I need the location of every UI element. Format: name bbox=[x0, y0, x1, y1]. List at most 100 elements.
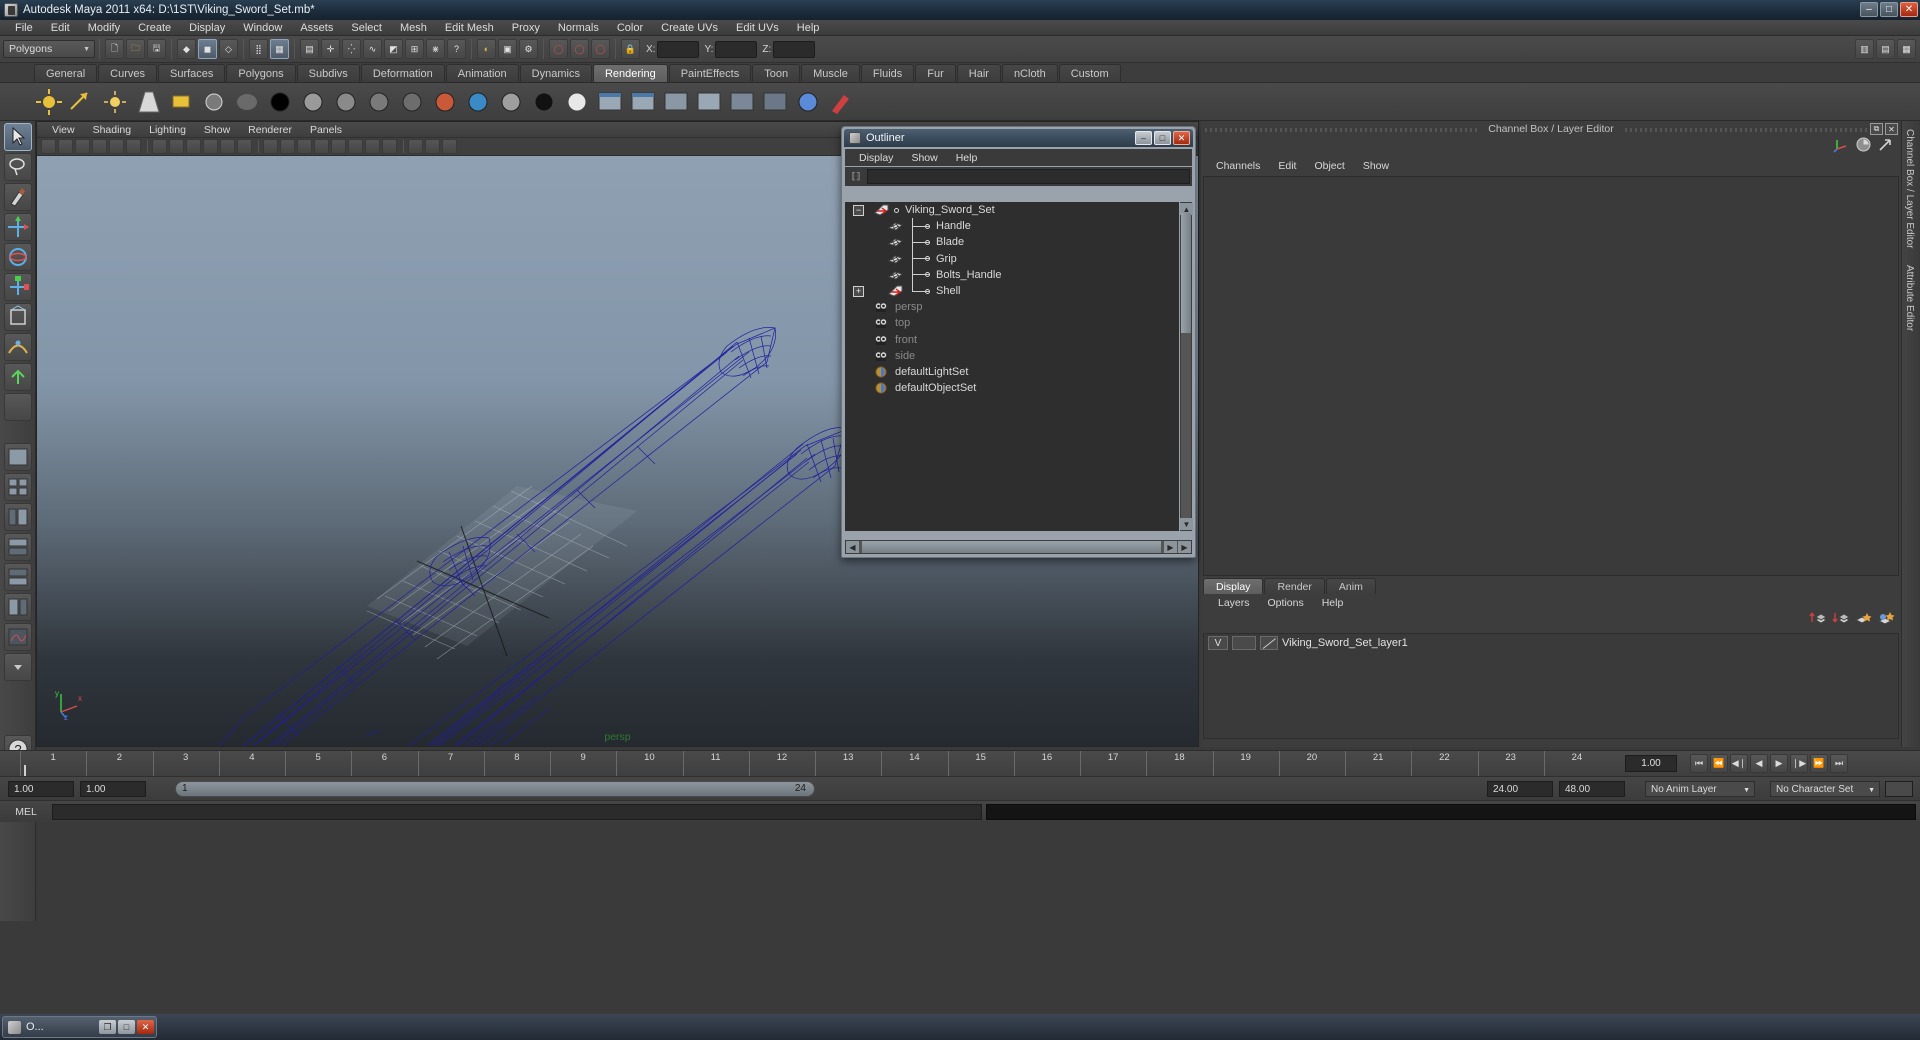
taskbar-maximize-button[interactable]: □ bbox=[118, 1020, 135, 1034]
menu-item-modify[interactable]: Modify bbox=[79, 20, 129, 36]
playback-button-2[interactable]: ◀❘ bbox=[1730, 754, 1748, 773]
outliner-item-grip[interactable]: Grip bbox=[845, 251, 1179, 267]
smooth-shade-selected-icon[interactable] bbox=[297, 139, 312, 154]
current-frame-field[interactable]: 1.00 bbox=[1625, 755, 1677, 772]
outliner-item-persp[interactable]: persp bbox=[845, 299, 1179, 315]
taskbar-outliner-item[interactable]: O... ❐ □ ✕ bbox=[2, 1016, 157, 1038]
menu-item-proxy[interactable]: Proxy bbox=[503, 20, 549, 36]
show-manipulator-tool[interactable] bbox=[4, 363, 32, 391]
move-layer-up-icon[interactable] bbox=[1809, 611, 1827, 631]
menu-item-select[interactable]: Select bbox=[342, 20, 391, 36]
layer-display-type-toggle[interactable] bbox=[1260, 636, 1278, 650]
snap-curve-button[interactable]: ✛ bbox=[321, 39, 340, 59]
character-set-dropdown[interactable]: No Character Set bbox=[1770, 781, 1880, 798]
menu-item-file[interactable]: File bbox=[6, 20, 42, 36]
playback-button-7[interactable]: ⏭ bbox=[1830, 754, 1848, 773]
select-by-object-button[interactable]: ◼ bbox=[198, 39, 217, 59]
help-toggle-button[interactable]: ? bbox=[447, 39, 466, 59]
new-scene-button[interactable]: 🗋 bbox=[105, 39, 124, 59]
lock-camera-icon[interactable] bbox=[58, 139, 73, 154]
playback-button-3[interactable]: ◀ bbox=[1750, 754, 1768, 773]
menu-item-assets[interactable]: Assets bbox=[291, 20, 342, 36]
safe-action-icon[interactable] bbox=[237, 139, 252, 154]
outliner-window-controls[interactable]: – □ ✕ bbox=[1135, 131, 1190, 145]
lasso-tool[interactable] bbox=[4, 153, 32, 181]
xray-joints-icon[interactable] bbox=[425, 139, 440, 154]
menu-item-edit-mesh[interactable]: Edit Mesh bbox=[436, 20, 503, 36]
render-settings-icon[interactable] bbox=[628, 87, 658, 117]
move-tool[interactable] bbox=[4, 213, 32, 241]
outliner-item-top[interactable]: top bbox=[845, 315, 1179, 331]
render-globals-icon[interactable] bbox=[694, 87, 724, 117]
input-output-button[interactable]: ⋇ bbox=[426, 39, 445, 59]
playback-end-field[interactable]: 24.00 bbox=[1487, 781, 1553, 797]
anisotropic-icon[interactable] bbox=[397, 87, 427, 117]
layer-menu-layers[interactable]: Layers bbox=[1209, 597, 1259, 609]
component-points-button[interactable]: ⣿ bbox=[249, 39, 268, 59]
menu-item-color[interactable]: Color bbox=[608, 20, 652, 36]
shelf-tab-fluids[interactable]: Fluids bbox=[860, 64, 915, 82]
menu-item-edit-uvs[interactable]: Edit UVs bbox=[727, 20, 788, 36]
component-faces-button[interactable]: ▦ bbox=[270, 39, 289, 59]
image-plane-icon[interactable] bbox=[109, 139, 124, 154]
outliner-item-shell[interactable]: + Shell bbox=[845, 283, 1179, 299]
viewport-menu-shading[interactable]: Shading bbox=[84, 124, 141, 136]
field-chart-icon[interactable] bbox=[220, 139, 235, 154]
playback-button-5[interactable]: ❘▶ bbox=[1790, 754, 1808, 773]
channelbox-menu-object[interactable]: Object bbox=[1305, 160, 1353, 172]
time-slider-ticks[interactable]: 1 2 3 4 5 6 7 8 9 10 11 12 13 14 15 16 17 18 19 20 21 22 23 24 bbox=[20, 751, 1610, 777]
four-view-layout[interactable] bbox=[4, 473, 32, 501]
menu-item-create-uvs[interactable]: Create UVs bbox=[652, 20, 727, 36]
snap-point-button[interactable]: ⁛ bbox=[342, 39, 361, 59]
ipr-render-button[interactable]: ▣ bbox=[498, 39, 517, 59]
time-slider[interactable]: 1 2 3 4 5 6 7 8 9 10 11 12 13 14 15 16 17 18 19 20 21 22 23 24 … bbox=[0, 750, 1920, 777]
show-tool-settings-button[interactable]: ▦ bbox=[1897, 39, 1916, 59]
layout-dropdown[interactable] bbox=[4, 653, 32, 681]
expander-toggle[interactable]: + bbox=[853, 285, 864, 297]
outliner-item-front[interactable]: front bbox=[845, 332, 1179, 348]
arrow-icon[interactable] bbox=[1878, 137, 1893, 157]
paint-select-tool[interactable] bbox=[4, 183, 32, 211]
shelf-tab-polygons[interactable]: Polygons bbox=[226, 64, 296, 82]
taskbar-close-button[interactable]: ✕ bbox=[137, 1020, 154, 1034]
channelbox-menu-show[interactable]: Show bbox=[1354, 160, 1398, 172]
universal-manipulator-tool[interactable] bbox=[4, 303, 32, 331]
gate-mask-icon[interactable] bbox=[203, 139, 218, 154]
rotate-tool[interactable] bbox=[4, 243, 32, 271]
white-sphere-icon[interactable] bbox=[562, 87, 592, 117]
outliner-titlebar[interactable]: Outliner – □ ✕ bbox=[844, 129, 1193, 147]
channel-box-header-buttons[interactable]: ⧉ ✕ bbox=[1870, 123, 1898, 135]
render-current-frame-button[interactable]: ◐ bbox=[477, 39, 496, 59]
range-slider[interactable]: 1.00 1.00 1 24 24.00 48.00 No Anim Layer… bbox=[0, 776, 1920, 800]
shelf-tab-subdivs[interactable]: Subdivs bbox=[296, 64, 360, 82]
magnet-button-1[interactable]: ◯ bbox=[549, 39, 568, 59]
last-tool-used[interactable] bbox=[4, 393, 32, 421]
ipr-render-icon[interactable] bbox=[760, 87, 790, 117]
layer-tab-anim[interactable]: Anim bbox=[1325, 578, 1376, 594]
outliner-vertical-scrollbar[interactable]: ▲ ▼ bbox=[1180, 202, 1193, 531]
close-panel-button[interactable]: ✕ bbox=[1885, 123, 1898, 135]
shelf-tab-surfaces[interactable]: Surfaces bbox=[157, 64, 226, 82]
soft-modification-tool[interactable] bbox=[4, 333, 32, 361]
scroll-right-button-2[interactable]: ▶ bbox=[1178, 541, 1191, 553]
snap-live-button[interactable]: ◩ bbox=[384, 39, 403, 59]
outliner-search-input[interactable] bbox=[867, 169, 1190, 184]
camera-attributes-icon[interactable] bbox=[75, 139, 90, 154]
x-coord-field[interactable] bbox=[657, 40, 700, 58]
viewport-menu-view[interactable]: View bbox=[43, 124, 84, 136]
film-gate-icon[interactable] bbox=[169, 139, 184, 154]
layer-menu-options[interactable]: Options bbox=[1259, 597, 1313, 609]
vertical-scroll-thumb[interactable] bbox=[1181, 213, 1191, 333]
volume-light-icon[interactable] bbox=[199, 87, 229, 117]
bookmarks-icon[interactable] bbox=[92, 139, 107, 154]
scale-tool[interactable] bbox=[4, 273, 32, 301]
y-coord-field[interactable] bbox=[715, 40, 758, 58]
persp-graph-layout[interactable] bbox=[4, 533, 32, 561]
shelf-tab-general[interactable]: General bbox=[34, 64, 98, 82]
select-tool[interactable] bbox=[4, 123, 32, 151]
shadows-toggle-icon[interactable] bbox=[382, 139, 397, 154]
outliner-item-viking_sword_set[interactable]: − Viking_Sword_Set bbox=[845, 202, 1179, 218]
ramp-shader-icon[interactable] bbox=[430, 87, 460, 117]
hypershade-icon[interactable] bbox=[661, 87, 691, 117]
shelf-tab-rendering[interactable]: Rendering bbox=[592, 64, 668, 82]
